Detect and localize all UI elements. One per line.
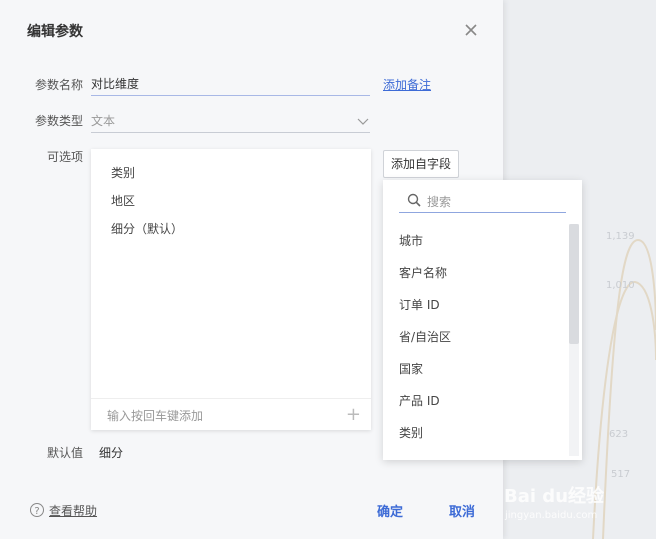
dialog-title: 编辑参数 xyxy=(27,24,83,40)
watermark-url: jingyan.baidu.com xyxy=(505,510,598,521)
param-name-label: 参数名称 xyxy=(35,78,84,92)
bg-label: 1,139 xyxy=(606,231,635,242)
option-item[interactable]: 细分（默认） xyxy=(111,220,183,237)
field-dropdown: 搜索 城市 客户名称 订单 ID 省/自治区 国家 产品 ID 类别 xyxy=(383,180,582,460)
field-search-input[interactable]: 搜索 xyxy=(399,192,566,213)
options-label: 可选项 xyxy=(47,150,84,164)
dropdown-scrollbar-thumb[interactable] xyxy=(569,224,579,344)
plus-icon[interactable]: + xyxy=(346,404,361,425)
watermark-logo: Bai du经验 xyxy=(504,486,605,507)
default-value[interactable]: 细分 xyxy=(99,444,123,461)
option-add-placeholder: 输入按回车键添加 xyxy=(107,409,204,423)
search-icon xyxy=(407,193,421,207)
options-list: 类别 地区 细分（默认） 输入按回车键添加 + xyxy=(91,149,371,430)
field-item[interactable]: 产品 ID xyxy=(399,392,440,409)
param-name-input[interactable]: 对比维度 xyxy=(91,73,370,96)
svg-text:?: ? xyxy=(34,506,39,517)
param-type-select[interactable]: 文本 xyxy=(91,110,370,133)
bg-label: 623 xyxy=(609,429,629,440)
field-item[interactable]: 订单 ID xyxy=(399,296,440,313)
cancel-button[interactable]: 取消 xyxy=(449,501,475,520)
field-item[interactable]: 类别 xyxy=(399,424,423,441)
param-type-value: 文本 xyxy=(91,114,116,128)
add-note-link[interactable]: 添加备注 xyxy=(383,76,431,93)
close-button[interactable] xyxy=(461,20,481,40)
help-icon: ? xyxy=(30,503,44,517)
field-item[interactable]: 国家 xyxy=(399,360,423,377)
option-add-input[interactable]: 输入按回车键添加 + xyxy=(91,398,371,431)
confirm-button[interactable]: 确定 xyxy=(377,501,403,520)
param-name-value: 对比维度 xyxy=(91,77,140,91)
bg-label: 517 xyxy=(611,469,631,480)
add-field-button[interactable]: 添加自字段 xyxy=(383,150,459,178)
field-item[interactable]: 城市 xyxy=(399,232,423,249)
chevron-down-icon xyxy=(357,118,369,125)
field-item[interactable]: 客户名称 xyxy=(399,264,447,281)
bg-label: 1,010 xyxy=(606,280,635,291)
field-item[interactable]: 省/自治区 xyxy=(399,328,451,345)
param-type-label: 参数类型 xyxy=(35,114,84,128)
option-item[interactable]: 地区 xyxy=(111,192,135,209)
option-item[interactable]: 类别 xyxy=(111,164,135,181)
help-link[interactable]: 查看帮助 xyxy=(49,502,97,519)
field-search-placeholder: 搜索 xyxy=(427,195,452,209)
close-icon xyxy=(465,24,477,36)
default-value-label: 默认值 xyxy=(47,446,84,460)
